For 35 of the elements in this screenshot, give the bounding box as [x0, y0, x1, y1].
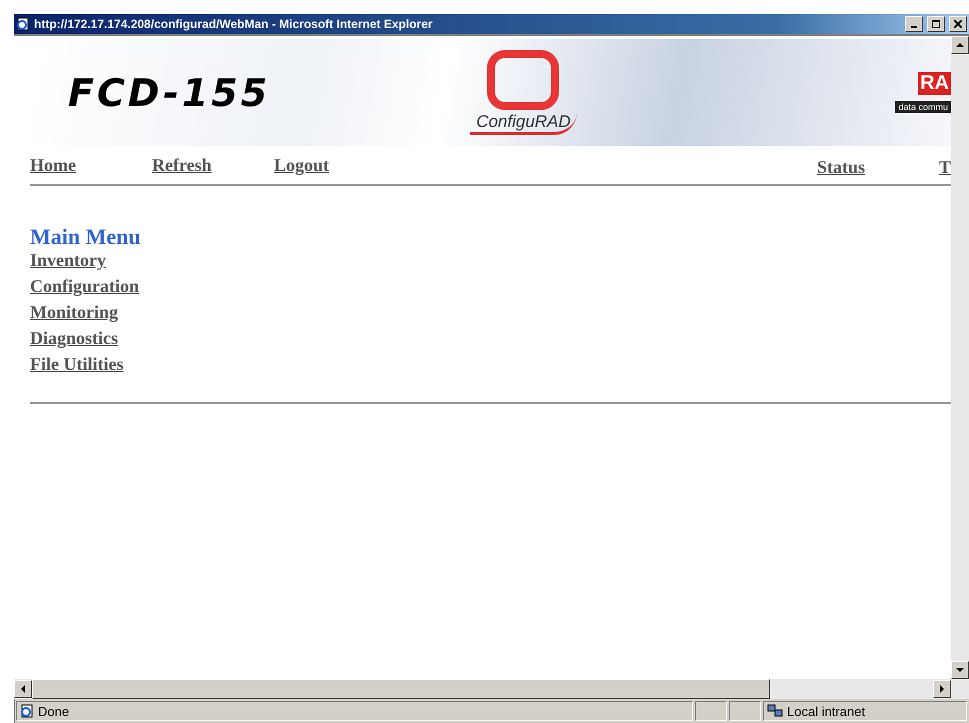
- logo-text: ConfiguRAD: [470, 112, 577, 135]
- menu-link[interactable]: File Utilities: [30, 354, 951, 380]
- up-arrow-icon: [956, 41, 964, 49]
- page-icon: [20, 704, 34, 718]
- nav-link[interactable]: Home: [30, 154, 152, 176]
- right-arrow-icon: [938, 685, 946, 693]
- close-button[interactable]: [949, 16, 967, 32]
- status-pane: [729, 701, 761, 721]
- menu-link[interactable]: Configuration: [30, 276, 951, 302]
- menu-link[interactable]: Inventory: [30, 250, 951, 276]
- menu-link[interactable]: Diagnostics: [30, 328, 951, 354]
- window-title: http://172.17.174.208/configurad/WebMan - Microsoft Internet Explorer: [34, 17, 434, 31]
- minimize-button[interactable]: [905, 16, 923, 32]
- close-icon: [954, 20, 962, 28]
- monitor-logo-icon: [485, 50, 562, 112]
- network-icon: [767, 704, 783, 718]
- horizontal-scrollbar[interactable]: [14, 679, 969, 699]
- maximize-button[interactable]: [927, 16, 945, 32]
- brand-mark: RA: [918, 72, 951, 95]
- nav-link[interactable]: Logout: [274, 154, 396, 176]
- zone-text: Local intranet: [787, 704, 866, 718]
- status-text: Done: [38, 704, 70, 718]
- down-arrow-icon: [956, 666, 964, 674]
- page-icon: [16, 17, 30, 31]
- maximize-icon: [932, 20, 940, 28]
- brand-tagline: data commu: [895, 101, 951, 113]
- vertical-scrollbar[interactable]: [951, 36, 969, 679]
- nav-link[interactable]: Status: [816, 156, 939, 178]
- product-name: FCD-155: [68, 70, 270, 114]
- nav-link[interactable]: Refresh: [152, 154, 274, 176]
- nav-link[interactable]: T: [938, 156, 951, 178]
- left-arrow-icon: [19, 685, 27, 693]
- status-pane: [695, 701, 727, 721]
- menu-title: Main Menu: [30, 224, 142, 250]
- menu-link[interactable]: Monitoring: [30, 302, 951, 328]
